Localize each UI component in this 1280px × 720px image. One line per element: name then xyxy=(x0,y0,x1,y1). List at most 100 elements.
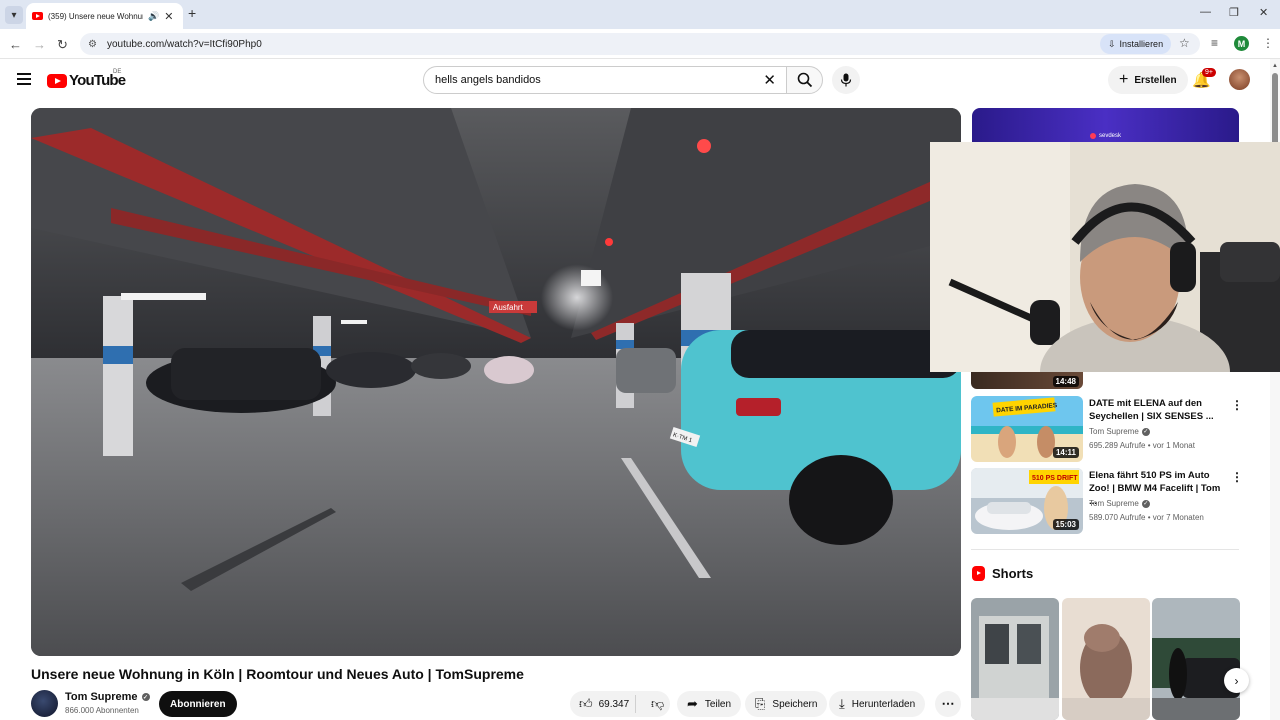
voice-search-button[interactable] xyxy=(832,66,860,94)
short-item[interactable] xyxy=(971,598,1059,720)
microphone-icon xyxy=(840,73,852,87)
tab-close-icon[interactable]: ✕ xyxy=(164,10,173,23)
webcam-overlay xyxy=(930,142,1280,372)
window-close-icon[interactable]: ✕ xyxy=(1259,6,1268,19)
create-button[interactable]: + Erstellen xyxy=(1108,66,1188,94)
short-item[interactable] xyxy=(1152,598,1240,720)
download-label: Herunterladen xyxy=(851,698,916,710)
channel-name: Tom Supreme xyxy=(65,691,138,703)
youtube-logo[interactable]: YouTube DE xyxy=(47,69,126,89)
scroll-up-icon[interactable]: ▲ xyxy=(1272,63,1278,69)
url-text: youtube.com/watch?v=ItCfi90Php0 xyxy=(106,38,262,50)
thumbs-down-icon[interactable]: 👎︎ xyxy=(643,696,664,712)
youtube-favicon-icon xyxy=(32,12,43,20)
bookmark-icon: ⎘ xyxy=(755,696,766,711)
share-icon: ➦ xyxy=(687,696,698,711)
search-button[interactable] xyxy=(786,66,823,94)
thumb-text: 510 PS DRIFT xyxy=(1032,475,1078,482)
account-avatar[interactable] xyxy=(1229,69,1250,90)
search-query: hells angels bandidos xyxy=(435,74,541,86)
back-arrow-icon[interactable]: ← xyxy=(9,37,22,52)
tab-search-menu-icon[interactable]: ▾ xyxy=(5,6,23,24)
install-icon: ⇩ xyxy=(1108,38,1116,49)
shorts-logo-icon xyxy=(972,566,985,581)
clear-search-icon[interactable]: ✕ xyxy=(763,71,776,89)
sevdesk-logo-icon xyxy=(1089,133,1096,139)
subscribe-button[interactable]: Abonnieren xyxy=(159,691,237,717)
media-controls-icon[interactable]: ≡ xyxy=(1211,36,1218,50)
youtube-play-icon xyxy=(47,73,67,88)
search-input[interactable]: hells angels bandidos ✕ xyxy=(423,66,787,94)
webcam-streamer-image xyxy=(930,142,1280,372)
channel-name: Tom Supreme xyxy=(1089,499,1139,508)
channel-avatar[interactable] xyxy=(31,690,58,717)
save-button[interactable]: ⎘ Speichern xyxy=(745,691,828,717)
browser-tab-bar: ▾ (359) Unsere neue Wohnun 🔊 ✕ + — ❐ ✕ xyxy=(0,0,1280,29)
country-code: DE xyxy=(113,69,122,75)
bookmark-star-icon[interactable]: ☆ xyxy=(1179,36,1190,50)
channel-name: Tom Supreme xyxy=(1089,427,1139,436)
video-duration: 14:11 xyxy=(1052,447,1079,458)
shorts-title: Shorts xyxy=(992,566,1034,581)
short-thumbnail-dog xyxy=(1062,598,1150,720)
share-button[interactable]: ➦ Teilen xyxy=(677,691,742,717)
video-frame-parking-garage: Ausfahrt K·TM 1 xyxy=(31,108,961,656)
shorts-header: Shorts xyxy=(972,566,1033,581)
recommendation-channel[interactable]: Tom Supreme ✓ xyxy=(1089,427,1150,436)
video-player[interactable]: Ausfahrt K·TM 1 xyxy=(31,108,961,656)
new-tab-button[interactable]: + xyxy=(188,5,196,21)
short-item[interactable] xyxy=(1062,598,1150,720)
install-app-button[interactable]: ⇩ Installieren xyxy=(1100,34,1172,54)
download-button[interactable]: ⤓ Herunterladen xyxy=(829,691,926,717)
thumbs-up-icon: 👍︎ xyxy=(579,696,593,711)
minimize-icon[interactable]: — xyxy=(1200,6,1211,18)
browser-tab[interactable]: (359) Unsere neue Wohnun 🔊 ✕ xyxy=(26,3,183,29)
like-count: 69.347 xyxy=(598,698,630,710)
save-label: Speichern xyxy=(772,698,818,710)
ad-brand-text: sevdesk xyxy=(1098,133,1121,139)
more-options-icon[interactable]: ⋮ xyxy=(1231,398,1243,412)
reload-icon[interactable]: ↻ xyxy=(57,37,68,53)
ad-brand: sevdesk xyxy=(1089,133,1121,139)
video-title: Unsere neue Wohnung in Köln | Roomtour u… xyxy=(31,666,524,682)
video-thumbnail[interactable]: 510 PS DRIFT 15:03 xyxy=(971,468,1083,534)
recommendation-item[interactable]: DATE IM PARADIES 14:11 DATE mit ELENA au… xyxy=(971,396,1243,462)
video-thumbnail[interactable]: DATE IM PARADIES 14:11 xyxy=(971,396,1083,462)
video-duration: 15:03 xyxy=(1052,519,1079,530)
recommendation-channel[interactable]: Tom Supreme ✓ xyxy=(1089,499,1150,508)
recommendation-meta: 589.070 Aufrufe • vor 7 Monaten xyxy=(1089,513,1204,522)
browser-menu-icon[interactable]: ⋮ xyxy=(1262,36,1274,50)
speaker-icon[interactable]: 🔊 xyxy=(148,11,159,22)
video-duration: 14:48 xyxy=(1052,376,1079,387)
ad-banner[interactable]: sevdesk xyxy=(972,108,1239,144)
browser-profile-avatar[interactable]: M xyxy=(1234,36,1249,51)
create-label: Erstellen xyxy=(1134,74,1177,86)
exit-sign-text: Ausfahrt xyxy=(493,303,524,312)
like-dislike-group: 👍︎ 69.347 👎︎ xyxy=(570,691,670,717)
browser-toolbar: ← → ↻ ⚙ youtube.com/watch?v=ItCfi90Php0 … xyxy=(0,29,1280,59)
shorts-next-arrow-icon[interactable]: › xyxy=(1224,668,1249,693)
recommendation-meta: 695.289 Aufrufe • vor 1 Monat xyxy=(1089,441,1195,450)
subscriber-count: 866.000 Abonnenten xyxy=(65,706,139,715)
restore-icon[interactable]: ❐ xyxy=(1229,6,1239,19)
install-label: Installieren xyxy=(1119,39,1164,49)
search-icon xyxy=(797,72,812,88)
tab-title: (359) Unsere neue Wohnun xyxy=(48,11,143,21)
notifications-badge: 9+ xyxy=(1202,68,1216,77)
more-options-icon[interactable]: ⋮ xyxy=(1231,470,1243,484)
channel-name-link[interactable]: Tom Supreme ✓ xyxy=(65,691,150,703)
verified-check-icon: ✓ xyxy=(141,693,150,701)
site-info-icon[interactable]: ⚙ xyxy=(88,39,97,50)
plus-icon: + xyxy=(1119,71,1129,88)
recommendation-item[interactable]: 510 PS DRIFT 15:03 Elena fährt 510 PS im… xyxy=(971,468,1243,534)
like-button[interactable]: 👍︎ 69.347 xyxy=(570,695,636,713)
more-actions-icon[interactable]: ⋯ xyxy=(935,691,961,717)
verified-check-icon: ✓ xyxy=(1141,499,1150,508)
recommendation-title[interactable]: DATE mit ELENA auf den Seychellen | SIX … xyxy=(1089,397,1229,423)
address-bar[interactable]: ⚙ youtube.com/watch?v=ItCfi90Php0 xyxy=(80,33,1200,55)
forward-arrow-icon[interactable]: → xyxy=(33,37,46,52)
partial-recommendation-thumbnail[interactable]: 14:48 xyxy=(971,372,1083,389)
download-icon: ⤓ xyxy=(839,696,845,711)
hamburger-menu-icon[interactable] xyxy=(17,73,31,88)
youtube-header: YouTube DE hells angels bandidos ✕ + Ers… xyxy=(0,59,1270,101)
